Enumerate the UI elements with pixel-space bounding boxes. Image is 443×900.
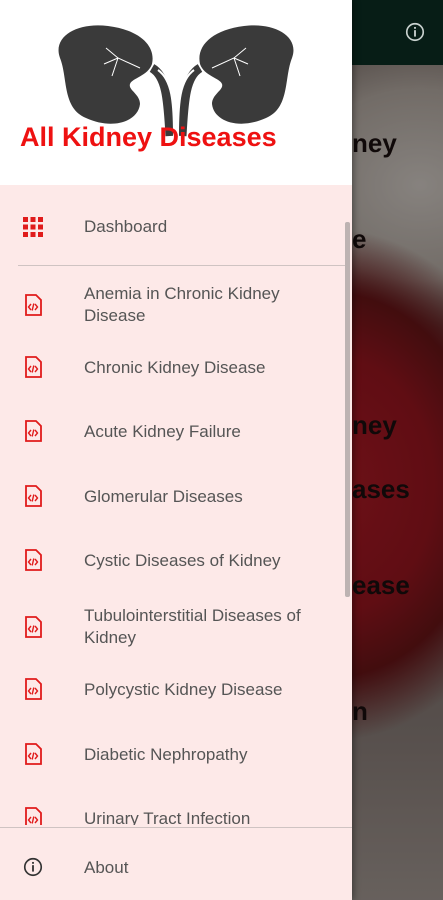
app-title: All Kidney Diseases — [20, 122, 277, 152]
menu-item-label: Dashboard — [84, 217, 168, 236]
menu-item-label: Chronic Kidney Disease — [84, 358, 266, 377]
menu-item-dashboard[interactable]: Dashboard — [0, 207, 352, 247]
code-file-icon — [25, 485, 42, 507]
menu-item-glomerular[interactable]: Glomerular Diseases — [0, 477, 352, 517]
menu-item-label: About — [84, 858, 129, 877]
code-file-icon — [25, 743, 42, 765]
menu-item-about[interactable]: About — [0, 828, 352, 900]
menu-item-polycystic[interactable]: Polycystic Kidney Disease — [0, 670, 352, 710]
menu-item-cystic[interactable]: Cystic Diseases of Kidney — [0, 541, 352, 581]
code-file-icon — [25, 807, 42, 825]
menu-item-acute[interactable]: Acute Kidney Failure — [0, 412, 352, 452]
menu-item-label: Glomerular Diseases — [84, 487, 243, 506]
navigation-drawer: All Kidney Diseases Dashboard Anemia in … — [0, 0, 352, 900]
drawer-scrollbar[interactable] — [345, 222, 350, 597]
menu-item-label: Cystic Diseases of Kidney — [84, 551, 281, 570]
grid-icon — [23, 217, 43, 237]
info-icon — [23, 857, 43, 877]
menu-item-label: Diabetic Nephropathy — [84, 745, 248, 764]
code-file-icon — [25, 356, 42, 378]
menu-divider — [18, 265, 348, 266]
code-file-icon — [25, 549, 42, 571]
menu-item-anemia[interactable]: Anemia in Chronic Kidney Disease — [0, 279, 352, 331]
info-icon[interactable] — [404, 21, 426, 43]
code-file-icon — [25, 420, 42, 442]
menu-item-label: Urinary Tract Infection — [84, 809, 251, 825]
code-file-icon — [25, 294, 42, 316]
menu-item-tubulointerstitial[interactable]: Tubulointerstitial Diseases of Kidney — [0, 601, 352, 653]
drawer-menu: Dashboard Anemia in Chronic Kidney Disea… — [0, 185, 352, 825]
menu-item-label: Anemia in Chronic Kidney Disease — [84, 284, 280, 325]
menu-item-label: Acute Kidney Failure — [84, 422, 241, 441]
kidney-logo — [58, 25, 294, 137]
menu-item-chronic[interactable]: Chronic Kidney Disease — [0, 348, 352, 388]
menu-item-diabetic[interactable]: Diabetic Nephropathy — [0, 735, 352, 775]
menu-item-uti[interactable]: Urinary Tract Infection — [0, 799, 352, 825]
menu-item-label: Polycystic Kidney Disease — [84, 680, 283, 699]
menu-item-label: Tubulointerstitial Diseases of Kidney — [84, 606, 301, 647]
code-file-icon — [25, 616, 42, 638]
drawer-header: All Kidney Diseases — [0, 0, 352, 185]
code-file-icon — [25, 678, 42, 700]
